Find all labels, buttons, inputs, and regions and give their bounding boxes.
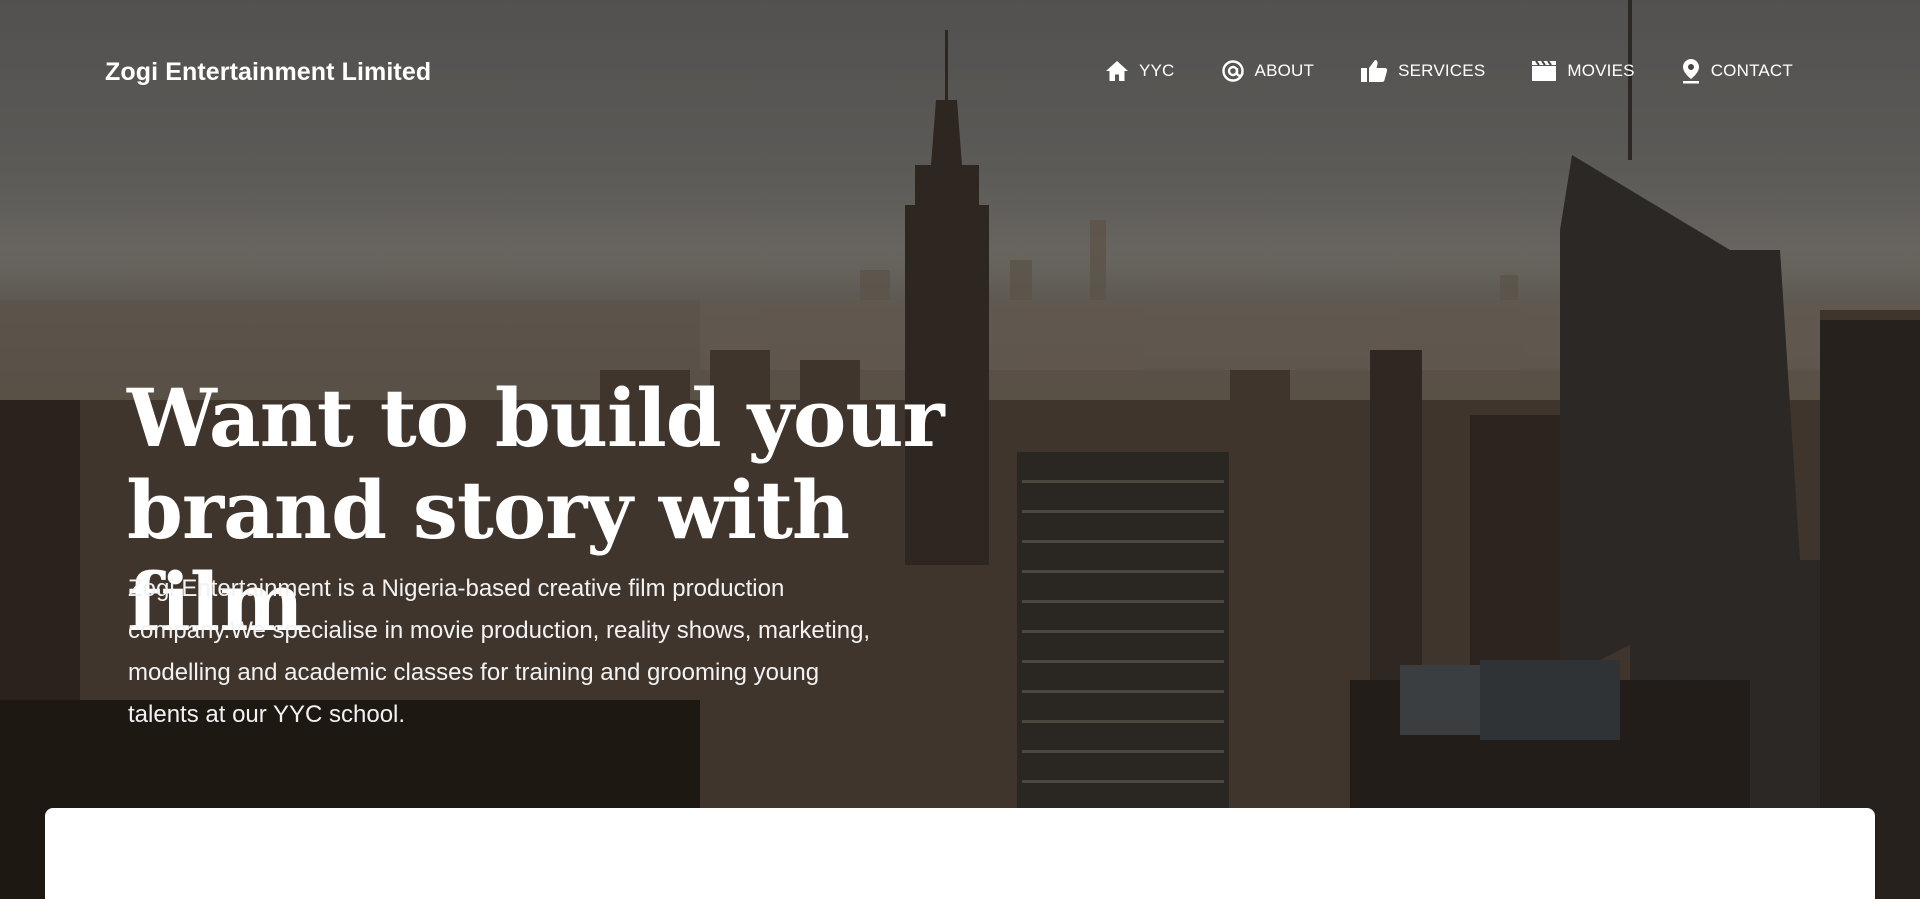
content-card: [45, 808, 1875, 899]
top-navigation-bar: Zogi Entertainment Limited YYC ABOUT SER…: [0, 0, 1920, 150]
clapperboard-icon: [1531, 60, 1557, 82]
hero-description: Zogi Entertainment is a Nigeria-based cr…: [128, 575, 871, 728]
hero-headline-line-1: Want to build your: [127, 371, 945, 465]
map-pin-icon: [1681, 58, 1701, 84]
nav-item-label: MOVIES: [1567, 61, 1635, 80]
nav-item-label: ABOUT: [1254, 61, 1315, 80]
hero-section: Zogi Entertainment Limited YYC ABOUT SER…: [0, 0, 1920, 899]
nav-item-label: YYC: [1138, 61, 1175, 80]
nav-item-label: SERVICES: [1398, 61, 1486, 80]
nav-item-services[interactable]: SERVICES: [1360, 59, 1485, 83]
home-icon: [1105, 60, 1129, 82]
main-nav: YYC ABOUT SERVICES MOVIES CONTACT: [1105, 58, 1793, 84]
nav-item-movies[interactable]: MOVIES: [1531, 60, 1634, 82]
brand-logo-text[interactable]: Zogi Entertainment Limited: [105, 58, 431, 87]
nav-item-label: CONTACT: [1710, 61, 1793, 80]
thumbs-up-icon: [1360, 59, 1388, 83]
nav-item-about[interactable]: ABOUT: [1221, 59, 1315, 83]
nav-item-yyc[interactable]: YYC: [1105, 60, 1175, 82]
nav-item-contact[interactable]: CONTACT: [1681, 58, 1793, 84]
at-icon: [1221, 59, 1245, 83]
